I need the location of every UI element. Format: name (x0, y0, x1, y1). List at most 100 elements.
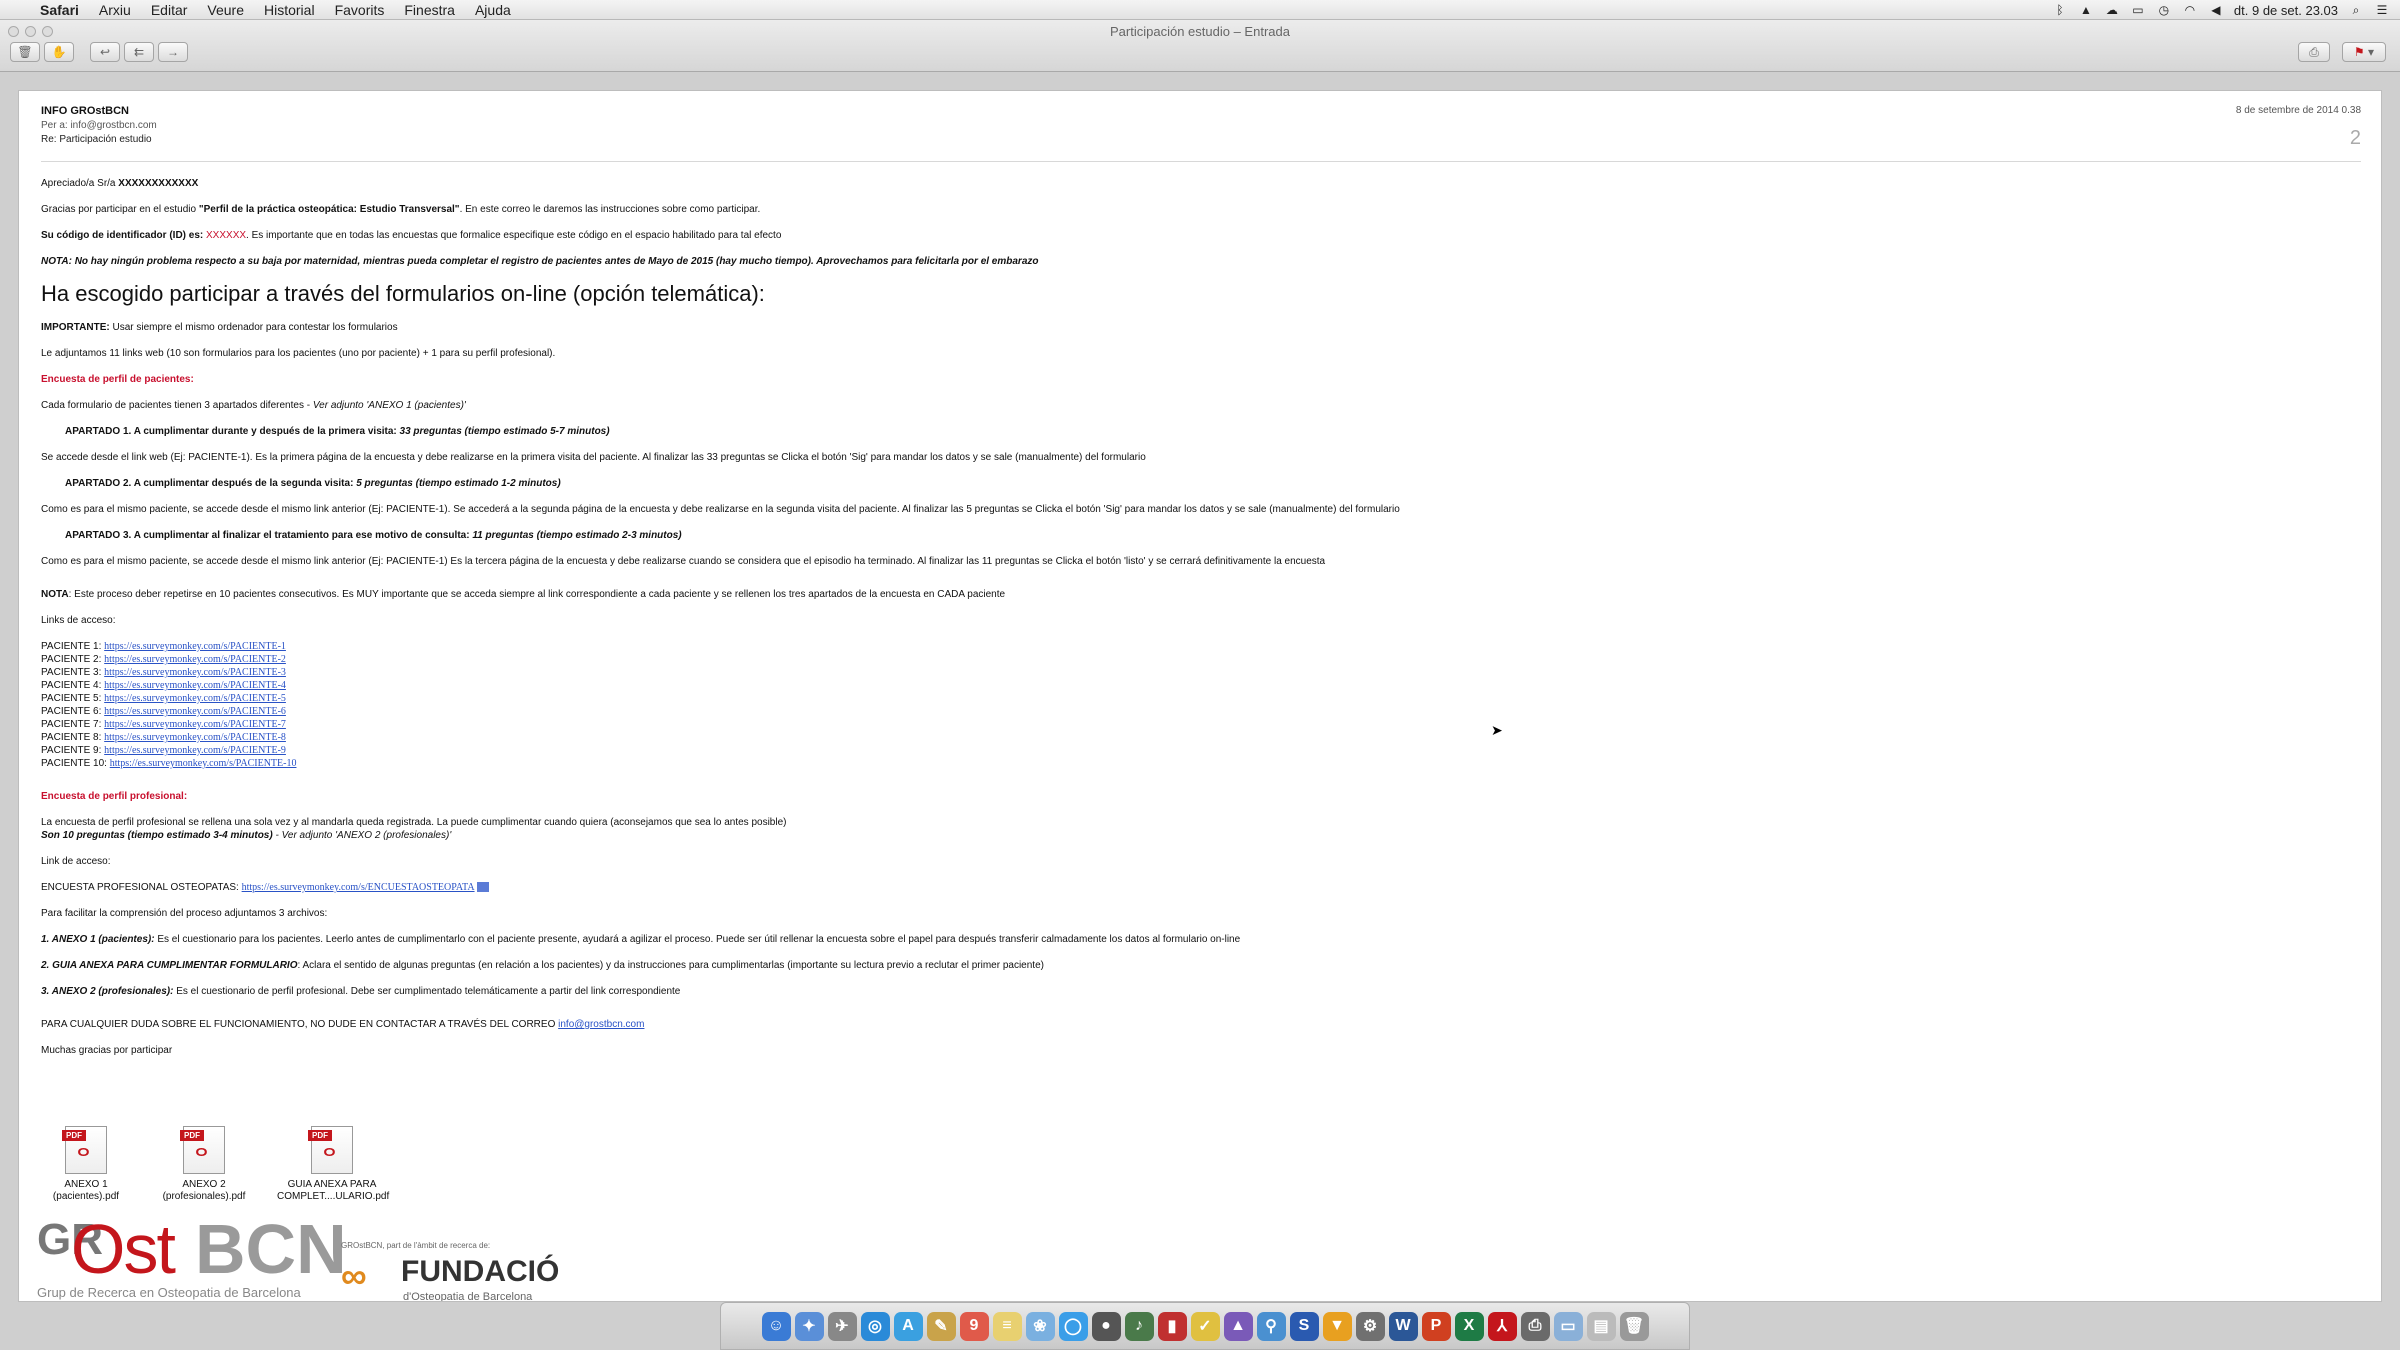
patient-survey-link[interactable]: https://es.surveymonkey.com/s/PACIENTE-6 (104, 706, 286, 717)
bluetooth-icon[interactable]: ᛒ (2052, 3, 2068, 17)
menu-editar[interactable]: Editar (151, 2, 188, 18)
preview-icon[interactable]: ✓ (1190, 1311, 1220, 1341)
camera-icon[interactable]: ● (1091, 1311, 1121, 1341)
itunes-icon[interactable]: ♪ (1124, 1311, 1154, 1341)
printer-dock-icon[interactable]: ⎙ (1520, 1311, 1550, 1341)
cloud-icon[interactable]: ☁ (2104, 3, 2120, 17)
adjuntamos-paragraph: Le adjuntamos 11 links web (10 son formu… (41, 348, 556, 359)
reply-button[interactable]: ↩ (90, 42, 120, 62)
spotlight-icon[interactable]: ⌕ (2348, 3, 2364, 18)
chevron-down-icon: ▾ (2368, 45, 2375, 59)
menu-bar: Safari Arxiu Editar Veure Historial Favo… (0, 0, 2400, 20)
attachment-anexo-2[interactable]: PDF ⴰ ANEXO 2 (profesionales).pdf (159, 1126, 249, 1203)
calendar-icon[interactable]: 9 (959, 1311, 989, 1341)
prof-survey-link[interactable]: https://es.surveymonkey.com/s/ENCUESTAOS… (242, 882, 475, 893)
patient-link-row: PACIENTE 5: https://es.surveymonkey.com/… (41, 692, 2361, 705)
menu-ajuda[interactable]: Ajuda (475, 2, 511, 18)
patient-survey-link[interactable]: https://es.surveymonkey.com/s/PACIENTE-1… (110, 758, 297, 769)
apartado-2-text: Como es para el mismo paciente, se acced… (41, 504, 1400, 515)
patient-survey-link[interactable]: https://es.surveymonkey.com/s/PACIENTE-2 (104, 654, 286, 665)
file-1-desc: 1. ANEXO 1 (pacientes): Es el cuestionar… (41, 934, 1241, 945)
message-pane[interactable]: INFO GROstBCN Per a: info@grostbcn.com R… (18, 90, 2382, 1302)
patient-link-row: PACIENTE 9: https://es.surveymonkey.com/… (41, 744, 2361, 757)
notification-center-icon[interactable]: ☰ (2374, 3, 2390, 17)
battery-icon[interactable]: ▭ (2130, 3, 2146, 17)
mouse-cursor-icon: ➤ (1491, 722, 1503, 738)
id-label: Su código de identificador (ID) es: (41, 230, 207, 241)
sender-name[interactable]: INFO GROstBCN (41, 105, 2361, 117)
skype-icon[interactable]: S (1289, 1311, 1319, 1341)
patient-link-row: PACIENTE 7: https://es.surveymonkey.com/… (41, 718, 2361, 731)
menu-safari[interactable]: Safari (40, 2, 79, 18)
delete-button[interactable]: 🗑 (10, 42, 40, 62)
forward-icon: → (167, 45, 179, 59)
attachments: PDF ⴰ ANEXO 1 (pacientes).pdf PDF ⴰ ANEXO … (41, 1126, 389, 1203)
photos-icon[interactable]: ❀ (1025, 1311, 1055, 1341)
acrobat-icon: ⴰ (195, 1139, 208, 1161)
finder-icon[interactable]: ☺ (761, 1311, 791, 1341)
contact-email-link[interactable]: info@grostbcn.com (558, 1019, 644, 1030)
patient-survey-link[interactable]: https://es.surveymonkey.com/s/PACIENTE-1 (104, 641, 286, 652)
pdf-icon: PDF ⴰ (180, 1126, 225, 1174)
patient-link-row: PACIENTE 1: https://es.surveymonkey.com/… (41, 640, 2361, 653)
patient-link-row: PACIENTE 3: https://es.surveymonkey.com/… (41, 666, 2361, 679)
message-body: Apreciado/a Sr/a XXXXXXXXXXXX Gracias po… (41, 177, 2361, 1070)
patient-survey-link[interactable]: https://es.surveymonkey.com/s/PACIENTE-8 (104, 732, 286, 743)
trash-icon: 🗑 (17, 45, 33, 59)
rocket-icon[interactable]: ✈ (827, 1311, 857, 1341)
menu-historial[interactable]: Historial (264, 2, 315, 18)
vlc-icon[interactable]: ▼ (1322, 1311, 1352, 1341)
documents-stack-icon[interactable]: ▤ (1586, 1311, 1616, 1341)
patient-link-row: PACIENTE 4: https://es.surveymonkey.com/… (41, 679, 2361, 692)
maps-icon[interactable]: ⚲ (1256, 1311, 1286, 1341)
forward-button[interactable]: → (158, 42, 188, 62)
safari-icon[interactable]: ◎ (860, 1311, 890, 1341)
menu-veure[interactable]: Veure (207, 2, 244, 18)
clock[interactable]: dt. 9 de set. 23.03 (2234, 3, 2338, 18)
volume-icon[interactable]: ◀ (2208, 3, 2224, 17)
junk-button[interactable]: ✋ (44, 42, 74, 62)
link-expand-icon[interactable] (476, 882, 489, 893)
patient-link-row: PACIENTE 6: https://es.surveymonkey.com/… (41, 705, 2361, 718)
file-2-desc: 2. GUIA ANEXA PARA CUMPLIMENTAR FORMULAR… (41, 960, 1044, 971)
downloads-folder-icon[interactable]: ▭ (1553, 1311, 1583, 1341)
launchpad-icon[interactable]: ✦ (794, 1311, 824, 1341)
menu-favorits[interactable]: Favorits (335, 2, 385, 18)
excel-icon[interactable]: X (1454, 1311, 1484, 1341)
attachment-guia[interactable]: PDF ⴰ GUIA ANEXA PARA COMPLET....ULARIO.p… (277, 1126, 389, 1203)
word-icon[interactable]: W (1388, 1311, 1418, 1341)
stickies-icon[interactable]: ≡ (992, 1311, 1022, 1341)
drive-icon[interactable]: ▲ (2078, 3, 2094, 17)
keynote-icon[interactable]: ▲ (1223, 1311, 1253, 1341)
menu-arxiu[interactable]: Arxiu (99, 2, 131, 18)
attachment-anexo-1[interactable]: PDF ⴰ ANEXO 1 (pacientes).pdf (41, 1126, 131, 1203)
reply-all-button[interactable]: ⇇ (124, 42, 154, 62)
flag-button[interactable]: ⚑ ▾ (2342, 42, 2386, 62)
link-label: Link de acceso: (41, 856, 111, 867)
nota-proceso: NOTA: Este proceso deber repetirse en 10… (41, 589, 1006, 600)
print-button[interactable]: ⎙ (2298, 42, 2330, 62)
contact-paragraph: PARA CUALQUIER DUDA SOBRE EL FUNCIONAMIE… (41, 1019, 645, 1030)
messages-icon[interactable]: ◯ (1058, 1311, 1088, 1341)
notes-icon[interactable]: ✎ (926, 1311, 956, 1341)
section-pacientes: Encuesta de perfil de pacientes: (41, 374, 194, 385)
wifi-icon[interactable]: ◠ (2182, 3, 2198, 17)
patient-survey-link[interactable]: https://es.surveymonkey.com/s/PACIENTE-3 (104, 667, 286, 678)
trash-dock-icon[interactable]: 🗑 (1619, 1311, 1649, 1341)
time-machine-icon[interactable]: ◷ (2156, 3, 2172, 17)
menu-finestra[interactable]: Finestra (404, 2, 455, 18)
thread-count[interactable]: 2 (2350, 127, 2361, 150)
powerpoint-icon[interactable]: P (1421, 1311, 1451, 1341)
patient-survey-link[interactable]: https://es.surveymonkey.com/s/PACIENTE-5 (104, 693, 286, 704)
acrobat-reader-icon[interactable]: ⅄ (1487, 1311, 1517, 1341)
book-icon[interactable]: ▮ (1157, 1311, 1187, 1341)
patient-link-label: PACIENTE 7: (41, 719, 105, 730)
patient-survey-link[interactable]: https://es.surveymonkey.com/s/PACIENTE-4 (104, 680, 286, 691)
patient-link-label: PACIENTE 10: (41, 758, 110, 769)
app-store-icon[interactable]: A (893, 1311, 923, 1341)
fundacio-logo: GROstBCN, part de l'àmbit de recerca de:… (341, 1241, 560, 1302)
system-preferences-icon[interactable]: ⚙ (1355, 1311, 1385, 1341)
patient-link-label: PACIENTE 2: (41, 654, 105, 665)
patient-survey-link[interactable]: https://es.surveymonkey.com/s/PACIENTE-9 (104, 745, 286, 756)
patient-survey-link[interactable]: https://es.surveymonkey.com/s/PACIENTE-7 (104, 719, 286, 730)
